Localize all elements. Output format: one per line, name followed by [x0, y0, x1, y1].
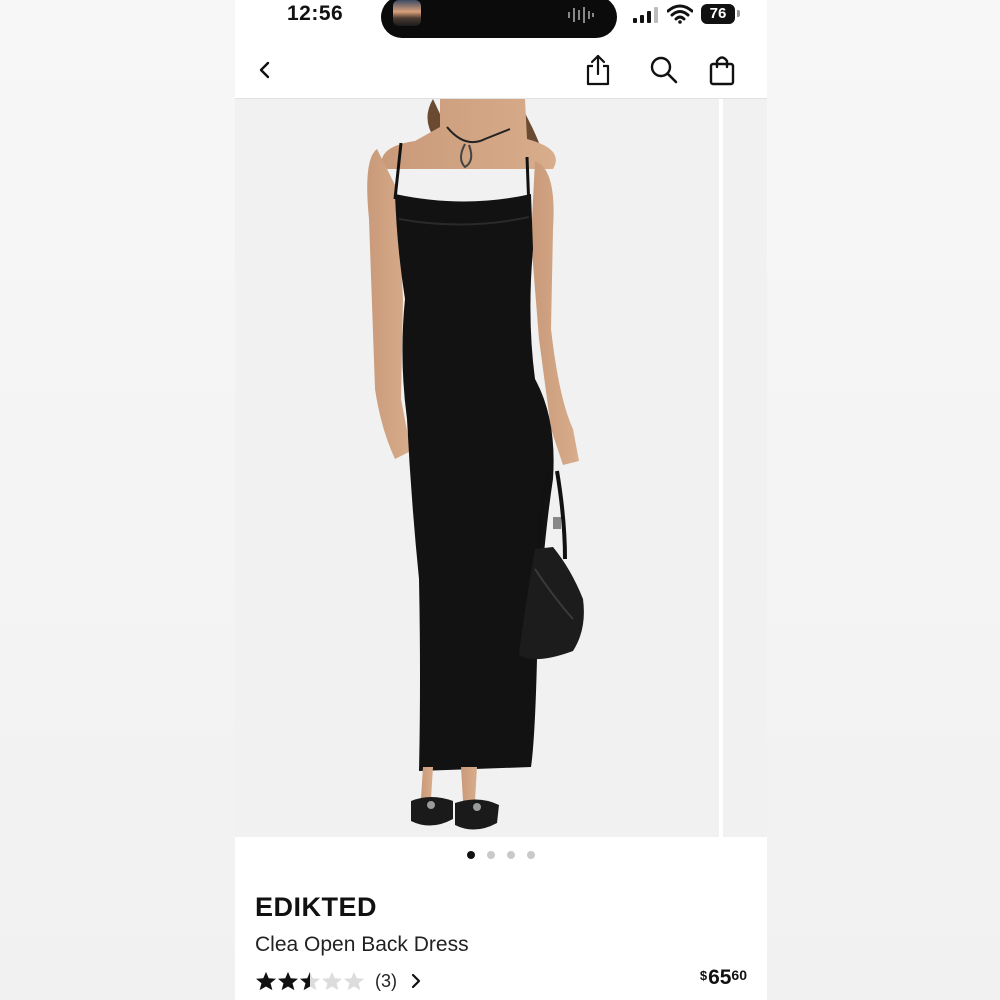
star-rating	[255, 971, 365, 991]
star-full-icon	[256, 971, 276, 991]
search-button[interactable]	[646, 52, 682, 88]
star-half-icon	[300, 971, 320, 991]
status-time: 12:56	[287, 2, 344, 25]
shopping-bag-icon	[709, 56, 735, 86]
star-empty-icon	[344, 971, 364, 991]
product-image-carousel[interactable]	[235, 99, 767, 837]
page-dot-3[interactable]	[507, 851, 515, 859]
chevron-right-icon	[411, 973, 421, 989]
product-price: $ 65 60	[700, 966, 747, 990]
product-photo[interactable]	[235, 99, 719, 837]
search-icon	[650, 56, 678, 84]
cellular-signal-icon	[633, 7, 658, 23]
battery-nub	[737, 10, 740, 17]
battery-indicator: 76	[701, 4, 735, 24]
page-dot-1[interactable]	[467, 851, 475, 859]
carousel-pagination	[235, 846, 767, 862]
phone-screen: 12:56 76 EDIKTED Clea Open Back Dress (3…	[235, 0, 767, 1000]
page-dot-4[interactable]	[527, 851, 535, 859]
audio-waveform-icon	[568, 7, 594, 23]
star-full-icon	[278, 971, 298, 991]
review-count: (3)	[375, 970, 397, 991]
now-playing-thumbnail	[393, 0, 421, 26]
top-nav-bar	[235, 44, 767, 99]
status-bar: 12:56 76	[235, 0, 767, 38]
brand-name[interactable]: EDIKTED	[255, 892, 377, 923]
price-cents: 60	[731, 967, 747, 983]
chevron-left-icon	[259, 61, 270, 79]
wifi-icon	[667, 4, 693, 24]
star-empty-icon	[322, 971, 342, 991]
dynamic-island[interactable]	[381, 0, 617, 38]
shopping-bag-button[interactable]	[704, 52, 740, 88]
share-button[interactable]	[580, 52, 616, 88]
backdrop-left	[0, 0, 235, 1000]
product-title: Clea Open Back Dress	[255, 933, 469, 956]
model-in-dress-image	[367, 99, 584, 830]
back-button[interactable]	[247, 52, 283, 88]
next-photo-peek[interactable]	[723, 99, 767, 837]
price-dollars: 65	[708, 966, 732, 989]
rating-summary[interactable]: (3)	[255, 968, 421, 994]
backdrop-right	[767, 0, 1000, 1000]
share-icon	[586, 54, 610, 86]
price-currency: $	[699, 968, 708, 983]
page-dot-2[interactable]	[487, 851, 495, 859]
